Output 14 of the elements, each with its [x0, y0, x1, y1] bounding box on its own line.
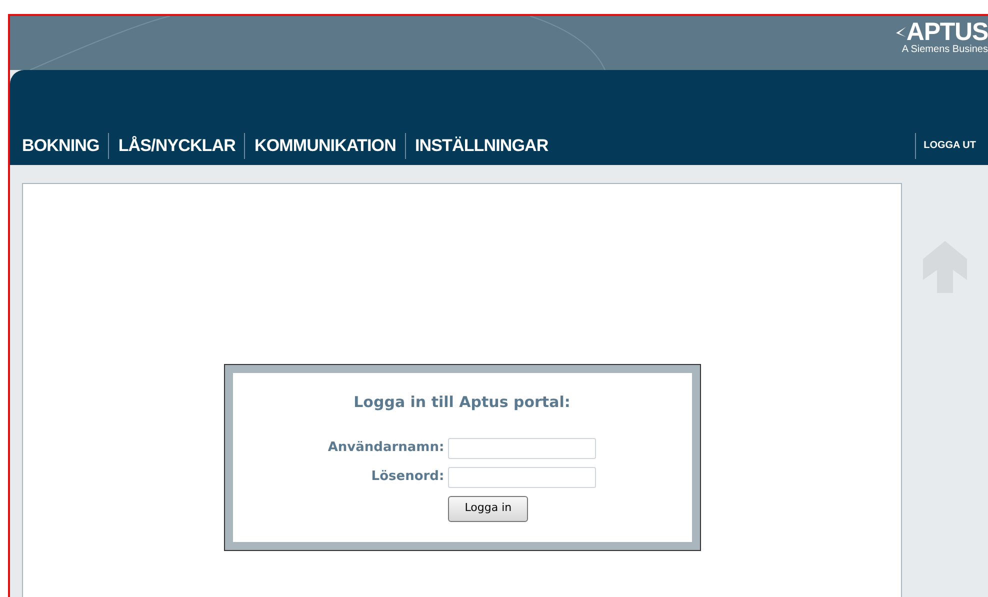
- nav-link[interactable]: KOMMUNIKATION: [254, 133, 396, 159]
- nav-link[interactable]: INSTÄLLNINGAR: [414, 133, 548, 159]
- field-label: Användarnamn:: [328, 439, 444, 458]
- swoosh-icon: [894, 25, 906, 39]
- logo-text: APTUS: [906, 20, 988, 44]
- nav-link[interactable]: BOKNING: [22, 133, 100, 159]
- input-field[interactable]: [448, 466, 596, 488]
- login-title: Logga in till Aptus portal:: [354, 392, 570, 413]
- nav-link[interactable]: LÅS/NYCKLAR: [118, 133, 236, 159]
- input-field[interactable]: [448, 438, 596, 458]
- login-button[interactable]: Logga in: [448, 496, 528, 522]
- field-label: Lösenord:: [370, 468, 444, 486]
- logo-tagline: A Siemens Busines: [902, 44, 988, 56]
- logout-link[interactable]: LOGGA UT: [924, 133, 976, 159]
